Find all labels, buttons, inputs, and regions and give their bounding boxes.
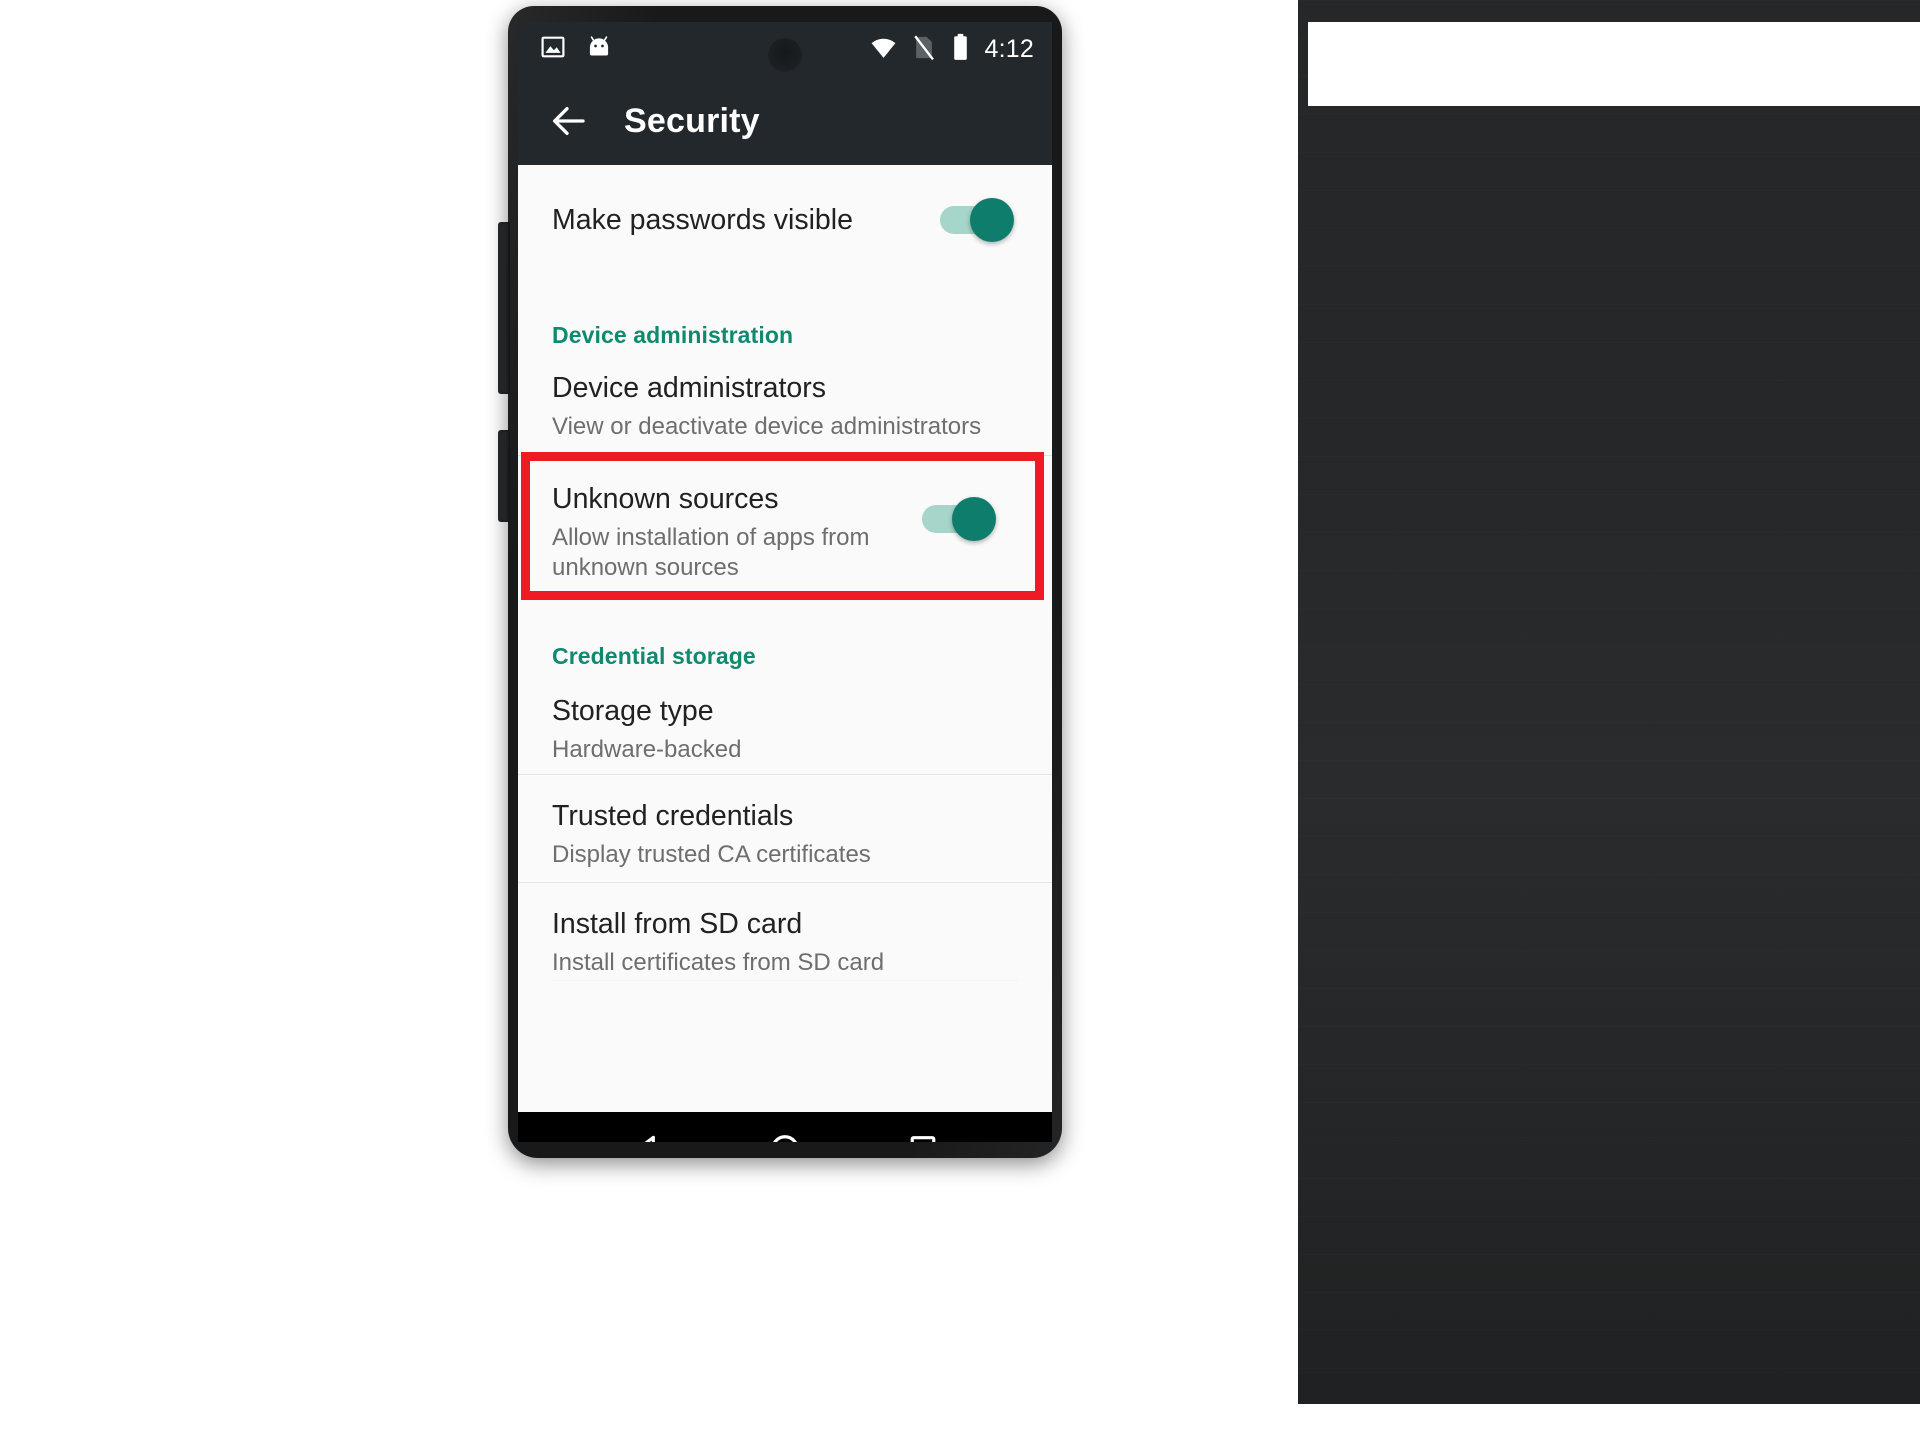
switch-unknown-sources[interactable]: [922, 496, 1000, 542]
row-title: Install from SD card: [552, 908, 803, 940]
switch-thumb: [952, 497, 996, 541]
section-header-credential-storage: Credential storage: [552, 643, 756, 669]
front-camera-dot: [768, 38, 802, 72]
background-bottom-strip: [862, 1404, 1920, 1440]
wifi-icon: [870, 34, 897, 66]
section-header-device-administration: Device administration: [552, 322, 794, 348]
triangle-back-icon[interactable]: [628, 1132, 666, 1142]
row-title: Trusted credentials: [552, 800, 794, 832]
row-subtitle: Install certificates from SD card: [552, 948, 885, 976]
row-title: Make passwords visible: [552, 204, 853, 236]
phone-screen: 4:12 Security Make passwords visible Dev…: [518, 22, 1052, 1142]
android-nav-bar: [518, 1112, 1052, 1142]
row-subtitle: Allow installation of apps from unknown …: [552, 523, 870, 581]
no-sim-icon: [912, 34, 936, 66]
screenshot-image-icon: [540, 34, 566, 65]
circle-home-icon[interactable]: [766, 1132, 804, 1142]
settings-row-unknown-sources[interactable]: Unknown sources Allow installation of ap…: [518, 456, 1052, 603]
android-head-icon: [586, 34, 612, 65]
volume-rocker-button[interactable]: [498, 222, 510, 394]
status-bar-clock: 4:12: [984, 35, 1034, 63]
back-arrow-icon[interactable]: [548, 101, 588, 141]
row-title: Storage type: [552, 695, 714, 727]
settings-row-install-from-sd-card[interactable]: Install from SD card Install certificate…: [518, 883, 1052, 993]
page-title: Security: [624, 101, 760, 140]
row-title: Device administrators: [552, 372, 827, 404]
status-bar-left-icons: [540, 34, 612, 65]
background-panel: [1298, 0, 1920, 1440]
battery-icon: [951, 33, 970, 66]
power-button[interactable]: [498, 430, 510, 522]
switch-make-passwords-visible[interactable]: [940, 197, 1018, 243]
settings-row-storage-type[interactable]: Storage type Hardware-backed: [518, 670, 1052, 774]
settings-row-device-administrators[interactable]: Device administrators View or deactivate…: [518, 349, 1052, 455]
status-bar-right-icons: 4:12: [870, 33, 1034, 66]
settings-row-trusted-credentials[interactable]: Trusted credentials Display trusted CA c…: [518, 775, 1052, 882]
row-subtitle: Display trusted CA certificates: [552, 840, 871, 868]
screenshot-stage: 4:12 Security Make passwords visible Dev…: [0, 0, 1920, 1440]
background-white-block: [1308, 22, 1920, 106]
status-bar: 4:12: [518, 22, 1052, 77]
settings-row-make-passwords-visible[interactable]: Make passwords visible: [518, 165, 1052, 277]
row-subtitle: Hardware-backed: [552, 735, 742, 763]
settings-list: Make passwords visible Device administra…: [518, 165, 1052, 1112]
phone-device: 4:12 Security Make passwords visible Dev…: [498, 6, 1062, 1158]
list-divider-faint: [552, 980, 1018, 981]
switch-thumb: [970, 198, 1014, 242]
square-recents-icon[interactable]: [904, 1132, 942, 1142]
row-subtitle: View or deactivate device administrators: [552, 412, 982, 440]
app-bar: Security: [518, 77, 1052, 165]
row-title: Unknown sources: [552, 483, 779, 515]
